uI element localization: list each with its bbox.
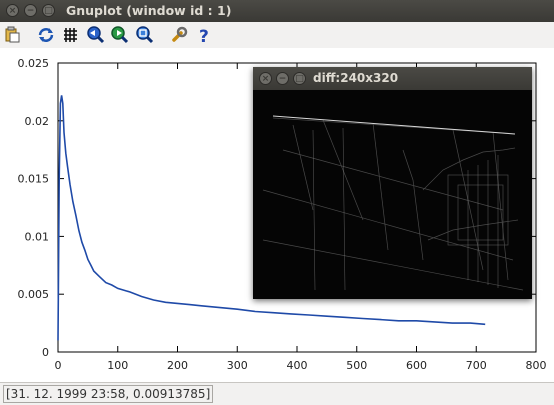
diff-minimize-button[interactable]: − [276,72,289,85]
diff-window[interactable]: × − □ diff:240x320 [253,67,532,299]
options-wrench-icon[interactable] [169,25,189,45]
window-titlebar[interactable]: × − □ Gnuplot (window id : 1) [0,0,554,22]
x-tick-label: 500 [346,359,367,372]
diff-window-title: diff:240x320 [313,71,399,85]
maximize-window-button[interactable]: □ [42,4,55,17]
toolbar: ? [0,22,554,49]
zoom-next-icon[interactable] [110,25,130,45]
cursor-coordinates: [31. 12. 1999 23:58, 0.00913785] [3,385,214,403]
copy-to-clipboard-icon[interactable] [3,25,23,45]
x-tick-label: 400 [287,359,308,372]
zoom-previous-icon[interactable] [86,25,106,45]
y-tick-label: 0.025 [18,57,50,70]
x-tick-label: 600 [406,359,427,372]
x-tick-label: 0 [55,359,62,372]
window-title: Gnuplot (window id : 1) [66,3,232,18]
diff-maximize-button[interactable]: □ [293,72,306,85]
x-tick-label: 300 [227,359,248,372]
x-tick-label: 700 [466,359,487,372]
diff-image [253,90,532,299]
autoscale-icon[interactable] [135,25,155,45]
replot-icon[interactable] [36,25,56,45]
status-bar: [31. 12. 1999 23:58, 0.00913785] [0,382,554,405]
x-tick-label: 200 [167,359,188,372]
svg-text:?: ? [199,27,209,45]
diff-window-titlebar[interactable]: × − □ diff:240x320 [253,67,532,90]
y-tick-label: 0.02 [25,115,50,128]
y-tick-label: 0 [42,346,49,359]
y-tick-label: 0.015 [18,173,50,186]
y-tick-label: 0.005 [18,288,50,301]
x-tick-label: 800 [526,359,547,372]
toggle-grid-icon[interactable] [61,25,81,45]
help-icon[interactable]: ? [194,25,214,47]
close-window-button[interactable]: × [6,4,19,17]
x-tick-label: 100 [107,359,128,372]
y-tick-label: 0.01 [25,230,50,243]
diff-close-button[interactable]: × [259,72,272,85]
minimize-window-button[interactable]: − [24,4,37,17]
